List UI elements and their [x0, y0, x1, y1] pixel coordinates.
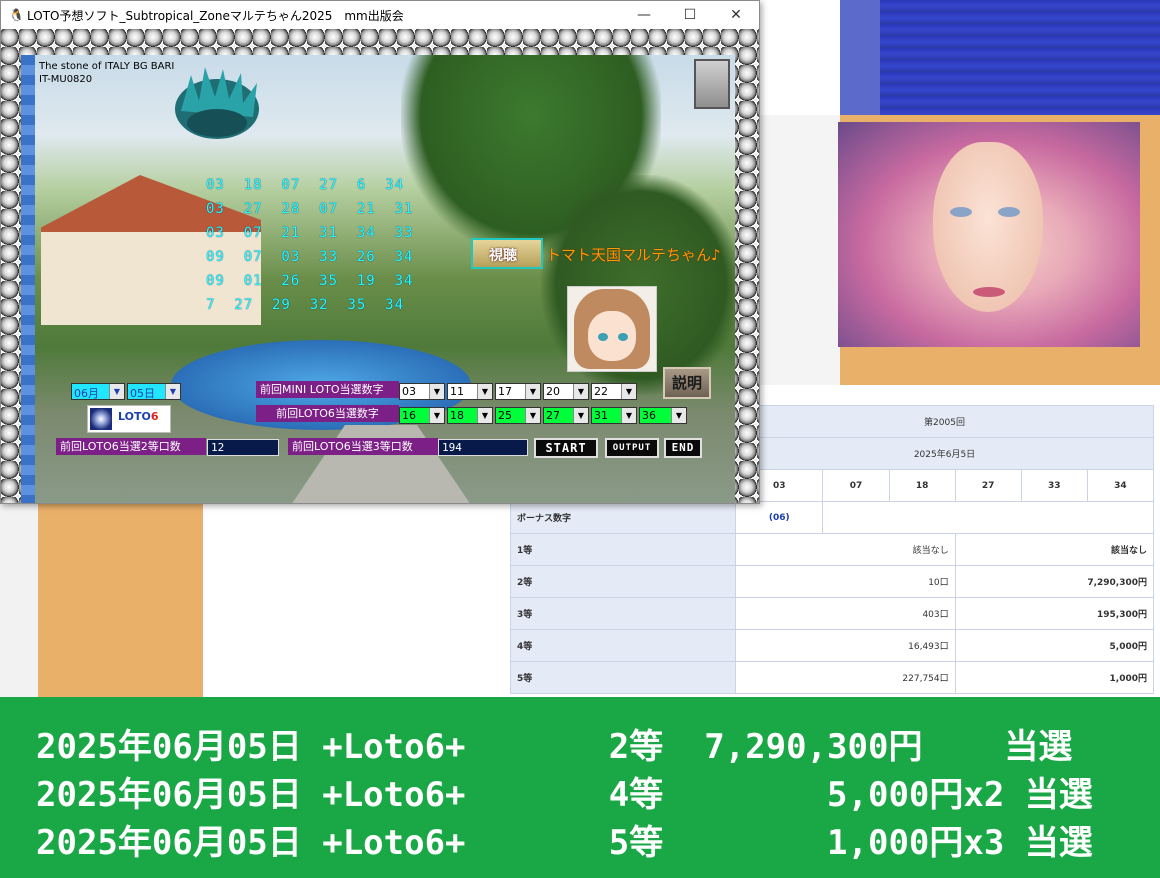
desktop-background-tan-left	[38, 495, 203, 700]
day-select[interactable]: 05日 ▼	[127, 383, 181, 400]
main-number: 33	[1020, 469, 1088, 502]
desktop-background-gray-left	[0, 495, 38, 700]
stone-caption: The stone of ITALY BG BARI IT-MU0820	[39, 60, 174, 86]
winner-count: 403口	[735, 597, 956, 630]
window-title: LOTO予想ソフト_Subtropical_Zoneマルテちゃん2025 mm出…	[27, 9, 404, 23]
prediction-row: 7 27 29 32 35 34	[206, 297, 405, 313]
mini-loto-number-select[interactable]: 20 ▼	[543, 383, 589, 400]
third-prize-label: 前回LOTO6当選3等口数	[288, 438, 438, 455]
loto6-number-select[interactable]: 18 ▼	[447, 407, 493, 424]
round-header: 第2005回	[735, 405, 1154, 438]
loto6-number-select[interactable]: 16 ▼	[399, 407, 445, 424]
chevron-down-icon: ▼	[429, 408, 444, 423]
prize-amount: 7,290,300円	[954, 565, 1155, 598]
winning-line: 2025年06月05日 +Loto6+ 5等 1,000円x3 当選	[36, 823, 1093, 863]
main-number: 34	[1086, 469, 1155, 502]
chevron-down-icon: ▼	[621, 408, 636, 423]
minimize-button[interactable]: —	[621, 1, 667, 29]
loto6-number-select[interactable]: 31 ▼	[591, 407, 637, 424]
chevron-down-icon: ▼	[477, 408, 492, 423]
date-header: 2025年6月5日	[735, 437, 1154, 470]
stone-name: The stone of ITALY BG BARI	[39, 61, 175, 72]
start-button[interactable]: START	[534, 438, 598, 458]
loto6-label: 前回LOTO6当選数字	[256, 405, 399, 422]
chevron-down-icon: ▼	[621, 384, 636, 399]
prize-amount: 195,300円	[954, 597, 1155, 630]
app-icon: 🐧	[9, 8, 24, 22]
desktop-background-blue	[840, 0, 1160, 115]
view-button-label: 視聴	[489, 248, 517, 264]
winning-banner: 2025年06月05日 +Loto6+ 2等 7,290,300円 当選 202…	[0, 697, 1160, 878]
grade-label: 3等	[510, 597, 736, 630]
mini-loto-number-select[interactable]: 11 ▼	[447, 383, 493, 400]
stone-code: IT-MU0820	[39, 74, 93, 85]
winner-count: 227,754口	[735, 661, 956, 694]
prize-amount: 5,000円	[954, 629, 1155, 662]
title-bar[interactable]: 🐧 LOTO予想ソフト_Subtropical_Zoneマルテちゃん2025 m…	[1, 1, 759, 29]
main-number: 27	[954, 469, 1022, 502]
chevron-down-icon: ▼	[573, 384, 588, 399]
statue-image	[694, 59, 730, 109]
chevron-down-icon: ▼	[573, 408, 588, 423]
second-prize-count-field[interactable]: 12	[207, 439, 279, 456]
mini-loto-number-select[interactable]: 03 ▼	[399, 383, 445, 400]
chevron-down-icon: ▼	[109, 384, 124, 399]
winning-line: 2025年06月05日 +Loto6+ 4等 5,000円x2 当選	[36, 775, 1093, 815]
prediction-row: 03 07 21 31 34 33	[206, 225, 414, 241]
winner-count: 10口	[735, 565, 956, 598]
loto6-number-select[interactable]: 36 ▼	[639, 407, 687, 424]
anime-character-image	[567, 286, 657, 372]
app-window: 🐧 LOTO予想ソフト_Subtropical_Zoneマルテちゃん2025 m…	[0, 0, 760, 504]
main-number: 18	[888, 469, 956, 502]
chevron-down-icon: ▼	[477, 384, 492, 399]
winner-count: 16,493口	[735, 629, 956, 662]
main-number: 07	[822, 469, 890, 502]
chevron-down-icon: ▼	[525, 384, 540, 399]
prize-amount: 1,000円	[954, 661, 1155, 694]
loto6-number-select[interactable]: 27 ▼	[543, 407, 589, 424]
grade-label: 2等	[510, 565, 736, 598]
bonus-number: (06)	[734, 501, 824, 534]
prediction-row: 09 07 03 33 26 34	[206, 249, 414, 265]
prediction-row: 03 18 07 27 6 34	[206, 177, 405, 193]
winner-count: 該当なし	[735, 533, 956, 566]
mini-loto-label: 前回MINI LOTO当選数字	[256, 381, 399, 398]
close-button[interactable]: ✕	[713, 1, 759, 29]
second-prize-label: 前回LOTO6当選2等口数	[56, 438, 206, 455]
loto6-number-select[interactable]: 25 ▼	[495, 407, 541, 424]
portrait-image	[838, 122, 1140, 347]
grade-label: 5等	[510, 661, 736, 694]
prize-amount: 該当なし	[954, 533, 1155, 566]
chevron-down-icon: ▼	[165, 384, 180, 399]
month-select[interactable]: 06月 ▼	[71, 383, 125, 400]
explain-button[interactable]: 説明	[663, 367, 711, 399]
prediction-row: 09 01 26 35 19 34	[206, 273, 414, 289]
bonus-label: ボーナス数字	[510, 501, 736, 534]
desktop-background-gray	[760, 115, 840, 385]
chevron-down-icon: ▼	[671, 408, 686, 423]
prediction-numbers: 03 18 07 27 6 34 03 27 28 07 21 31 03 07…	[206, 173, 413, 317]
maximize-button[interactable]: ☐	[667, 1, 713, 29]
tagline: トマト天国マルテちゃん♪	[546, 246, 721, 264]
winning-line: 2025年06月05日 +Loto6+ 2等 7,290,300円 当選	[36, 727, 1073, 767]
grade-label: 4等	[510, 629, 736, 662]
mini-loto-number-select[interactable]: 17 ▼	[495, 383, 541, 400]
loto6-logo: LOTO6	[87, 405, 171, 433]
end-button[interactable]: END	[664, 438, 702, 458]
chevron-down-icon: ▼	[525, 408, 540, 423]
prediction-row: 03 27 28 07 21 31	[206, 201, 414, 217]
grade-label: 1等	[510, 533, 736, 566]
mini-loto-number-select[interactable]: 22 ▼	[591, 383, 637, 400]
view-button[interactable]: 視聴	[471, 238, 543, 269]
third-prize-count-field[interactable]: 194	[438, 439, 528, 456]
star-icon	[90, 408, 112, 430]
chevron-down-icon: ▼	[429, 384, 444, 399]
output-button[interactable]: OUTPUT	[605, 438, 659, 458]
coral-stone-image	[175, 67, 259, 139]
